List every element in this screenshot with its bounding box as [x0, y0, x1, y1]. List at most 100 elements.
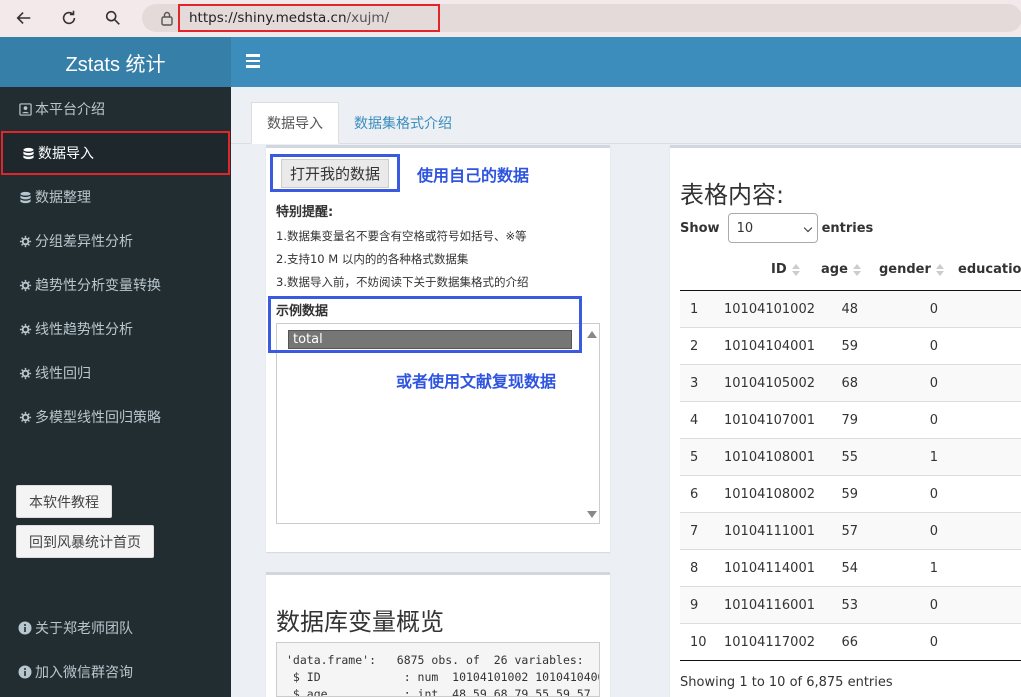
table-cell: 57	[841, 524, 858, 539]
back-icon[interactable]	[13, 7, 35, 29]
table-body: 1 10104101002 48 0 2 10104104001 59 0 3 101041050…	[680, 291, 1021, 661]
overview-title: 数据库变量概览	[276, 608, 444, 636]
sidebar-item-data-import[interactable]: 数据导入	[1, 131, 230, 175]
app-logo[interactable]: Zstats 统计	[0, 37, 231, 87]
column-header-gender[interactable]: gender	[879, 262, 944, 277]
table-cell: 10104104001	[724, 339, 815, 354]
column-header-age[interactable]: age	[821, 262, 861, 277]
table-cell: 54	[841, 561, 858, 576]
sample-dataset-listbox[interactable]	[276, 323, 600, 524]
table-cell: 0	[929, 487, 938, 502]
column-header-label: age	[821, 262, 848, 277]
table-row: 7 10104111001 57 0	[680, 513, 1021, 550]
sidebar-item-linear-regression[interactable]: 线性回归	[0, 351, 231, 395]
sidebar-item-trend-transform[interactable]: 趋势性分析变量转换	[0, 263, 231, 307]
table-cell: 10104116001	[724, 598, 815, 613]
sample-label: 示例数据	[276, 304, 329, 319]
reload-icon[interactable]	[58, 7, 80, 29]
table-cell: 59	[841, 339, 858, 354]
sidebar-item-label: 数据导入	[38, 146, 94, 162]
column-header-label: education	[958, 262, 1021, 277]
column-header-id[interactable]: ID	[771, 262, 800, 277]
tutorial-button[interactable]: 本软件教程	[16, 485, 112, 518]
table-cell: 1	[929, 561, 938, 576]
sample-annotation: 或者使用文献复现数据	[396, 372, 557, 391]
upload-button[interactable]: 打开我的数据	[270, 154, 400, 192]
menu-toggle-icon[interactable]	[246, 54, 260, 68]
cogs-icon	[18, 322, 32, 336]
url-host: https://shiny.medsta.cn	[189, 10, 347, 26]
table-cell: 79	[841, 413, 858, 428]
database-icon	[21, 146, 35, 160]
table-cell: 10104107001	[724, 413, 815, 428]
sort-icon	[791, 263, 800, 276]
table-row: 6 10104108002 59 0	[680, 476, 1021, 513]
sidebar-item-data-clean[interactable]: 数据整理	[0, 175, 231, 219]
note-title: 特别提醒:	[276, 205, 334, 220]
sidebar-item-group-diff[interactable]: 分组差异性分析	[0, 219, 231, 263]
cogs-icon	[18, 278, 32, 292]
sidebar-menu: 本平台介绍 数据导入 数据整理 分组差异性分析 趋势性分析变量转换 线性趋势性分…	[0, 87, 231, 439]
sidebar-item-label: 线性趋势性分析	[35, 322, 133, 338]
table-cell: 10104108001	[724, 450, 815, 465]
table-cell: 9	[690, 598, 699, 613]
user-card-icon	[18, 102, 32, 116]
table-cell: 10104108002	[724, 487, 815, 502]
wechat-group-label: 加入微信群咨询	[35, 665, 133, 681]
sidebar-item-intro[interactable]: 本平台介绍	[0, 87, 231, 131]
table-cell: 3	[690, 376, 699, 391]
table-cell: 0	[929, 635, 938, 650]
cogs-icon	[18, 410, 32, 424]
table-cell: 59	[841, 487, 858, 502]
tab-format-intro[interactable]: 数据集格式介绍	[339, 102, 467, 144]
table-cell: 0	[929, 524, 938, 539]
entries-value: 10	[736, 220, 754, 236]
table-cell: 48	[841, 302, 858, 317]
table-cell: 10104105002	[724, 376, 815, 391]
about-team-label: 关于郑老师团队	[35, 621, 133, 637]
entries-select[interactable]: 10	[727, 213, 818, 243]
scroll-down-icon[interactable]	[587, 511, 597, 518]
table-row: 1 10104101002 48 0	[680, 291, 1021, 328]
table-row: 2 10104104001 59 0	[680, 328, 1021, 365]
table-cell: 7	[690, 524, 699, 539]
scroll-up-icon[interactable]	[587, 331, 597, 338]
about-team-link[interactable]: 关于郑老师团队	[18, 618, 133, 638]
database-icon	[18, 190, 32, 204]
table-cell: 0	[929, 302, 938, 317]
wechat-group-link[interactable]: 加入微信群咨询	[18, 662, 133, 682]
column-header-education[interactable]: education	[958, 262, 1021, 277]
overview-line: $ age : int 48 59 68 79 55 59 57	[286, 687, 591, 697]
url-text[interactable]: https://shiny.medsta.cn/xujm/	[178, 4, 440, 32]
sidebar-item-label: 线性回归	[35, 366, 91, 382]
column-header-label: gender	[879, 262, 931, 277]
cogs-icon	[18, 234, 32, 248]
table-info: Showing 1 to 10 of 6,875 entries	[680, 675, 893, 690]
table-title: 表格内容:	[680, 181, 785, 209]
tab-data-import[interactable]: 数据导入	[251, 102, 339, 144]
sample-option-selected[interactable]: total	[288, 330, 572, 349]
table-cell: 66	[841, 635, 858, 650]
table-cell: 2	[690, 339, 699, 354]
sidebar-item-linear-trend[interactable]: 线性趋势性分析	[0, 307, 231, 351]
note-line: 2.支持10 M 以内的的各种格式数据集	[276, 252, 469, 266]
table-cell: 8	[690, 561, 699, 576]
sidebar-item-multi-model[interactable]: 多模型线性回归策略	[0, 395, 231, 439]
url-path: /xujm/	[346, 10, 390, 26]
table-cell: 68	[841, 376, 858, 391]
table-cell: 1	[690, 302, 699, 317]
home-button[interactable]: 回到风暴统计首页	[16, 525, 154, 558]
table-footer-rule	[680, 660, 1021, 661]
table-cell: 10104117002	[724, 635, 815, 650]
table-cell: 10104114001	[724, 561, 815, 576]
table-row: 3 10104105002 68 0	[680, 365, 1021, 402]
overview-line: $ ID : num 10104101002 10104104001	[286, 670, 600, 684]
table-cell: 0	[929, 598, 938, 613]
search-icon[interactable]	[102, 7, 124, 29]
upload-annotation: 使用自己的数据	[417, 166, 530, 185]
top-navbar	[231, 37, 1021, 87]
table-row: 8 10104114001 54 1	[680, 550, 1021, 587]
info-icon	[18, 665, 32, 679]
sidebar-item-label: 趋势性分析变量转换	[35, 278, 161, 294]
sort-icon	[935, 263, 944, 276]
